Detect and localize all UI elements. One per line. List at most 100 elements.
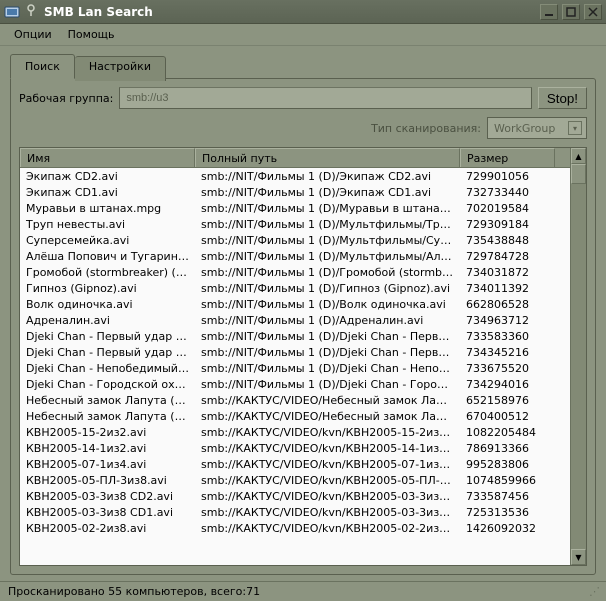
maximize-button[interactable] — [562, 4, 580, 20]
cell-path: smb://NIT/Фильмы 1 (D)/Экипаж CD1.avi — [195, 186, 460, 199]
cell-name: Алёша Попович и Тугарин Змей... — [20, 250, 195, 263]
scroll-down-icon[interactable]: ▼ — [571, 549, 586, 565]
cell-name: КВН2005-05-ПЛ-3из8.avi — [20, 474, 195, 487]
menu-help[interactable]: Помощь — [60, 26, 123, 43]
cell-path: smb://КАКТУС/VIDEO/Небесный замок Лапута… — [195, 394, 460, 407]
cell-path: smb://NIT/Фильмы 1 (D)/Экипаж CD2.avi — [195, 170, 460, 183]
title-bar: SMB Lan Search — [0, 0, 606, 24]
table-row[interactable]: Djeki Chan - Первый удар 2 of 2...smb://… — [20, 328, 570, 344]
cell-size: 735438848 — [460, 234, 555, 247]
table-row[interactable]: Экипаж CD2.avismb://NIT/Фильмы 1 (D)/Эки… — [20, 168, 570, 184]
table-row[interactable]: Гипноз (Gipnoz).avismb://NIT/Фильмы 1 (D… — [20, 280, 570, 296]
scantype-combo[interactable]: WorkGroup ▾ — [487, 117, 587, 139]
cell-path: smb://КАКТУС/VIDEO/kvn/КВН2005-03-3из8 C… — [195, 506, 460, 519]
cell-size: 995283806 — [460, 458, 555, 471]
cell-name: Djeki Chan - Первый удар 2 of 2... — [20, 330, 195, 343]
tab-search[interactable]: Поиск — [10, 54, 75, 79]
cell-path: smb://КАКТУС/VIDEO/kvn/КВН2005-14-1из2.a… — [195, 442, 460, 455]
cell-size: 702019584 — [460, 202, 555, 215]
table-row[interactable]: Экипаж CD1.avismb://NIT/Фильмы 1 (D)/Эки… — [20, 184, 570, 200]
cell-size: 734963712 — [460, 314, 555, 327]
tab-settings[interactable]: Настройки — [75, 56, 166, 81]
cell-path: smb://КАКТУС/VIDEO/kvn/КВН2005-03-3из8 C… — [195, 490, 460, 503]
cell-path: smb://NIT/Фильмы 1 (D)/Громобой (stormbr… — [195, 266, 460, 279]
column-size[interactable]: Размер — [460, 148, 555, 167]
cell-path: smb://NIT/Фильмы 1 (D)/Djeki Chan - Горо… — [195, 378, 460, 391]
minimize-button[interactable] — [540, 4, 558, 20]
column-name[interactable]: Имя — [20, 148, 195, 167]
cell-name: Экипаж CD1.avi — [20, 186, 195, 199]
cell-size: 729309184 — [460, 218, 555, 231]
cell-size: 1426092032 — [460, 522, 555, 535]
table-row[interactable]: Небесный замок Лапута (Castle...smb://КА… — [20, 408, 570, 424]
cell-path: smb://NIT/Фильмы 1 (D)/Мультфильмы/Труп … — [195, 218, 460, 231]
scroll-up-icon[interactable]: ▲ — [571, 148, 586, 164]
table-row[interactable]: Алёша Попович и Тугарин Змей...smb://NIT… — [20, 248, 570, 264]
workgroup-label: Рабочая группа: — [19, 92, 113, 105]
cell-path: smb://NIT/Фильмы 1 (D)/Гипноз (Gipnoz).a… — [195, 282, 460, 295]
cell-size: 734294016 — [460, 378, 555, 391]
cell-name: Волк одиночка.avi — [20, 298, 195, 311]
table-row[interactable]: КВН2005-03-3из8 CD1.avismb://КАКТУС/VIDE… — [20, 504, 570, 520]
cell-size: 733675520 — [460, 362, 555, 375]
table-row[interactable]: Djeki Chan - Первый удар 1 of 2...smb://… — [20, 344, 570, 360]
cell-size: 652158976 — [460, 394, 555, 407]
cell-size: 670400512 — [460, 410, 555, 423]
cell-name: КВН2005-02-2из8.avi — [20, 522, 195, 535]
pin-icon[interactable] — [24, 3, 38, 20]
cell-size: 1082205484 — [460, 426, 555, 439]
table-header: Имя Полный путь Размер — [20, 148, 570, 168]
scroll-thumb[interactable] — [571, 164, 586, 184]
cell-size: 729784728 — [460, 250, 555, 263]
vertical-scrollbar[interactable]: ▲ ▼ — [570, 148, 586, 565]
menu-options[interactable]: Опции — [6, 26, 60, 43]
cell-path: smb://NIT/Фильмы 1 (D)/Мультфильмы/Алёша… — [195, 250, 460, 263]
cell-name: КВН2005-03-3из8 CD2.avi — [20, 490, 195, 503]
cell-size: 729901056 — [460, 170, 555, 183]
table-row[interactable]: Труп невесты.avismb://NIT/Фильмы 1 (D)/М… — [20, 216, 570, 232]
status-bar: Просканировано 55 компьютеров, всего:71 … — [0, 581, 606, 601]
cell-name: КВН2005-14-1из2.avi — [20, 442, 195, 455]
workgroup-input[interactable] — [119, 87, 532, 109]
scantype-label: Тип сканирования: — [371, 122, 481, 135]
cell-path: smb://NIT/Фильмы 1 (D)/Муравьи в штанах.… — [195, 202, 460, 215]
table-row[interactable]: Громобой (stormbreaker) (экран...smb://N… — [20, 264, 570, 280]
table-row[interactable]: Волк одиночка.avismb://NIT/Фильмы 1 (D)/… — [20, 296, 570, 312]
cell-size: 786913366 — [460, 442, 555, 455]
cell-name: Djeki Chan - Городской охотник... — [20, 378, 195, 391]
cell-name: Адреналин.avi — [20, 314, 195, 327]
cell-name: Гипноз (Gipnoz).avi — [20, 282, 195, 295]
cell-path: smb://NIT/Фильмы 1 (D)/Волк одиночка.avi — [195, 298, 460, 311]
table-row[interactable]: КВН2005-03-3из8 CD2.avismb://КАКТУС/VIDE… — [20, 488, 570, 504]
cell-path: smb://КАКТУС/VIDEO/Небесный замок Лапута… — [195, 410, 460, 423]
cell-name: КВН2005-15-2из2.avi — [20, 426, 195, 439]
cell-path: smb://КАКТУС/VIDEO/kvn/КВН2005-02-2из8.a… — [195, 522, 460, 535]
cell-size: 733587456 — [460, 490, 555, 503]
table-row[interactable]: Djeki Chan - Непобедимый драк...smb://NI… — [20, 360, 570, 376]
table-row[interactable]: КВН2005-14-1из2.avismb://КАКТУС/VIDEO/kv… — [20, 440, 570, 456]
table-row[interactable]: Djeki Chan - Городской охотник...smb://N… — [20, 376, 570, 392]
table-row[interactable]: КВН2005-15-2из2.avismb://КАКТУС/VIDEO/kv… — [20, 424, 570, 440]
cell-size: 725313536 — [460, 506, 555, 519]
cell-path: smb://КАКТУС/VIDEO/kvn/КВН2005-15-2из2.a… — [195, 426, 460, 439]
cell-name: Небесный замок Лапута (Castle... — [20, 410, 195, 423]
cell-size: 1074859966 — [460, 474, 555, 487]
table-row[interactable]: Адреналин.avismb://NIT/Фильмы 1 (D)/Адре… — [20, 312, 570, 328]
close-button[interactable] — [584, 4, 602, 20]
column-path[interactable]: Полный путь — [195, 148, 460, 167]
cell-name: Труп невесты.avi — [20, 218, 195, 231]
cell-size: 732733440 — [460, 186, 555, 199]
cell-name: Муравьи в штанах.mpg — [20, 202, 195, 215]
table-row[interactable]: Суперсемейка.avismb://NIT/Фильмы 1 (D)/М… — [20, 232, 570, 248]
results-table: Имя Полный путь Размер Экипаж CD2.avismb… — [19, 147, 587, 566]
table-row[interactable]: Муравьи в штанах.mpgsmb://NIT/Фильмы 1 (… — [20, 200, 570, 216]
table-row[interactable]: КВН2005-07-1из4.avismb://КАКТУС/VIDEO/kv… — [20, 456, 570, 472]
resize-grip-icon[interactable]: ⋰ — [589, 585, 598, 598]
table-row[interactable]: Небесный замок Лапута (Castle...smb://КА… — [20, 392, 570, 408]
stop-button[interactable]: Stop! — [538, 87, 587, 109]
app-icon — [4, 4, 20, 20]
table-row[interactable]: КВН2005-05-ПЛ-3из8.avismb://КАКТУС/VIDEO… — [20, 472, 570, 488]
table-row[interactable]: КВН2005-02-2из8.avismb://КАКТУС/VIDEO/kv… — [20, 520, 570, 536]
cell-size: 734345216 — [460, 346, 555, 359]
tab-panel-search: Рабочая группа: Stop! Тип сканирования: … — [10, 78, 596, 575]
